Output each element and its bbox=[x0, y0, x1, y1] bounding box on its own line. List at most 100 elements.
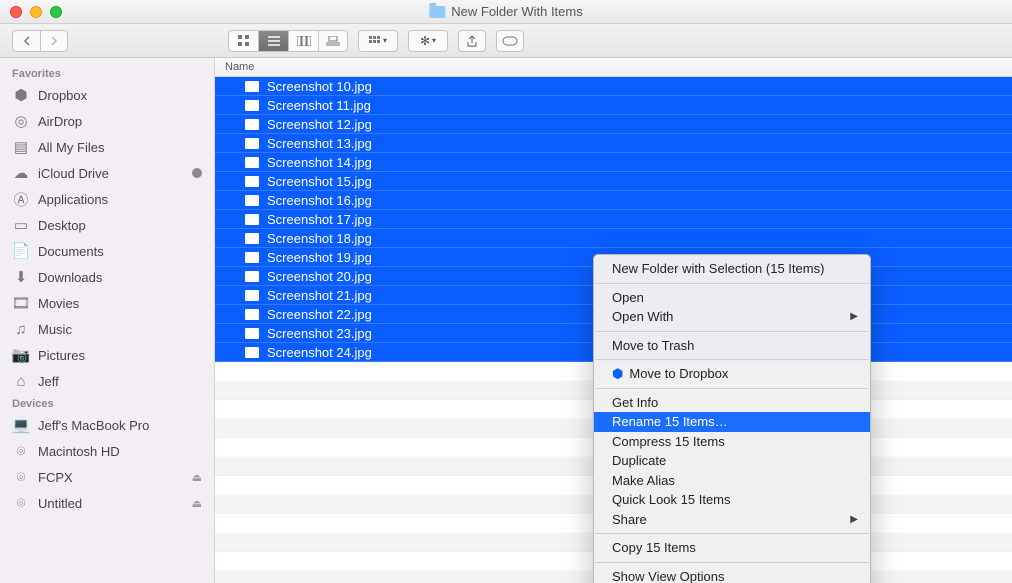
file-row[interactable]: Screenshot 12.jpg bbox=[215, 115, 1012, 134]
sidebar-item[interactable]: 📄Documents bbox=[0, 238, 214, 264]
context-menu-separator bbox=[595, 562, 869, 563]
context-menu-item[interactable]: Rename 15 Items… bbox=[594, 412, 870, 432]
context-menu-item-label: Copy 15 Items bbox=[612, 540, 696, 555]
back-button[interactable] bbox=[12, 30, 40, 52]
sidebar-item[interactable]: ⬢Dropbox bbox=[0, 82, 214, 108]
context-menu-item[interactable]: Quick Look 15 Items bbox=[594, 490, 870, 510]
sidebar-item[interactable]: ◎AirDrop bbox=[0, 108, 214, 134]
share-icon bbox=[467, 35, 477, 47]
sidebar-item[interactable]: ⌾FCPX⏏ bbox=[0, 464, 214, 490]
file-name: Screenshot 14.jpg bbox=[267, 155, 372, 170]
context-menu-separator bbox=[595, 388, 869, 389]
file-row[interactable]: Screenshot 10.jpg bbox=[215, 77, 1012, 96]
share-button[interactable] bbox=[458, 30, 486, 52]
context-menu-item[interactable]: Duplicate bbox=[594, 451, 870, 471]
sidebar-item-label: Applications bbox=[38, 192, 202, 207]
image-file-icon bbox=[245, 252, 259, 263]
titlebar: New Folder With Items bbox=[0, 0, 1012, 24]
file-row[interactable]: Screenshot 13.jpg bbox=[215, 134, 1012, 153]
forward-button[interactable] bbox=[40, 30, 68, 52]
sidebar-item[interactable]: ♫Music bbox=[0, 316, 214, 342]
sidebar-section-header: Favorites bbox=[0, 64, 214, 82]
context-menu-item-label: Compress 15 Items bbox=[612, 434, 725, 449]
sidebar-item[interactable]: ▤All My Files bbox=[0, 134, 214, 160]
sync-indicator-icon bbox=[192, 168, 202, 178]
eject-icon[interactable]: ⏏ bbox=[192, 497, 202, 510]
submenu-arrow-icon: ▶ bbox=[850, 514, 858, 525]
file-name: Screenshot 13.jpg bbox=[267, 136, 372, 151]
sidebar-item[interactable]: 💻Jeff's MacBook Pro bbox=[0, 412, 214, 438]
context-menu-item[interactable]: Copy 15 Items bbox=[594, 538, 870, 558]
context-menu-item[interactable]: Get Info bbox=[594, 393, 870, 413]
context-menu-item[interactable]: Open bbox=[594, 288, 870, 308]
file-name: Screenshot 23.jpg bbox=[267, 326, 372, 341]
hdd-icon: ⌾ bbox=[12, 494, 30, 512]
coverflow-view-button[interactable] bbox=[318, 30, 348, 52]
content-area: Favorites⬢Dropbox◎AirDrop▤All My Files☁i… bbox=[0, 58, 1012, 583]
sidebar-item-label: Movies bbox=[38, 296, 202, 311]
context-menu-item[interactable]: Move to Trash bbox=[594, 336, 870, 356]
arrange-button[interactable]: ▾ bbox=[358, 30, 398, 52]
file-row[interactable]: Screenshot 16.jpg bbox=[215, 191, 1012, 210]
context-menu-item[interactable]: Share▶ bbox=[594, 510, 870, 530]
context-menu-item[interactable]: ⬢Move to Dropbox bbox=[594, 364, 870, 384]
context-menu-item[interactable]: Open With▶ bbox=[594, 307, 870, 327]
image-file-icon bbox=[245, 233, 259, 244]
sidebar-item[interactable]: ☁iCloud Drive bbox=[0, 160, 214, 186]
file-name: Screenshot 18.jpg bbox=[267, 231, 372, 246]
context-menu-item-label: Move to Trash bbox=[612, 338, 694, 353]
context-menu-item-label: Show View Options bbox=[612, 569, 725, 583]
sidebar-item[interactable]: ⌾Macintosh HD bbox=[0, 438, 214, 464]
sidebar-item[interactable]: 📷 Pictures bbox=[0, 342, 214, 368]
tags-button[interactable] bbox=[496, 30, 524, 52]
image-file-icon bbox=[245, 81, 259, 92]
context-menu-item[interactable]: Make Alias bbox=[594, 471, 870, 491]
sidebar-item[interactable]: ⌾Untitled⏏ bbox=[0, 490, 214, 516]
file-row[interactable]: Screenshot 15.jpg bbox=[215, 172, 1012, 191]
sidebar-item-label: AirDrop bbox=[38, 114, 202, 129]
sidebar-item-label: Jeff bbox=[38, 374, 202, 389]
sidebar-item-label: FCPX bbox=[38, 470, 184, 485]
context-menu-separator bbox=[595, 359, 869, 360]
minimize-window-button[interactable] bbox=[30, 6, 42, 18]
file-row[interactable]: Screenshot 14.jpg bbox=[215, 153, 1012, 172]
file-row[interactable]: Screenshot 11.jpg bbox=[215, 96, 1012, 115]
finder-window: New Folder With Items bbox=[0, 0, 1012, 583]
context-menu-item[interactable]: Compress 15 Items bbox=[594, 432, 870, 452]
context-menu-item[interactable]: New Folder with Selection (15 Items) bbox=[594, 259, 870, 279]
desktop-icon: ▭ bbox=[12, 216, 30, 234]
sidebar-item[interactable]: 🎞Movies bbox=[0, 290, 214, 316]
zoom-window-button[interactable] bbox=[50, 6, 62, 18]
context-menu-item-label: Open With bbox=[612, 309, 673, 324]
close-window-button[interactable] bbox=[10, 6, 22, 18]
column-view-button[interactable] bbox=[288, 30, 318, 52]
sidebar-item[interactable]: ⌂ Jeff bbox=[0, 368, 214, 394]
icon-view-button[interactable] bbox=[228, 30, 258, 52]
context-menu-item[interactable]: Show View Options bbox=[594, 567, 870, 583]
sidebar-item-label: Downloads bbox=[38, 270, 202, 285]
context-menu-item-label: Quick Look 15 Items bbox=[612, 492, 731, 507]
sidebar-item-label: Desktop bbox=[38, 218, 202, 233]
action-button[interactable]: ✻▾ bbox=[408, 30, 448, 52]
sidebar-item-label: All My Files bbox=[38, 140, 202, 155]
sidebar-item[interactable]: ⒶApplications bbox=[0, 186, 214, 212]
file-row[interactable]: Screenshot 18.jpg bbox=[215, 229, 1012, 248]
context-menu-item-label: Get Info bbox=[612, 395, 658, 410]
image-file-icon bbox=[245, 195, 259, 206]
file-name: Screenshot 11.jpg bbox=[267, 98, 371, 113]
context-menu-item-label: Make Alias bbox=[612, 473, 675, 488]
eject-icon[interactable]: ⏏ bbox=[192, 471, 202, 484]
context-menu-item-label: Duplicate bbox=[612, 453, 666, 468]
context-menu-item-label: Rename 15 Items… bbox=[612, 414, 728, 429]
sidebar-item-label: Macintosh HD bbox=[38, 444, 202, 459]
documents-icon: 📄 bbox=[12, 242, 30, 260]
pictures-icon: 📷 bbox=[12, 346, 30, 364]
sidebar-item[interactable]: ▭ Desktop bbox=[0, 212, 214, 238]
home-icon: ⌂ bbox=[12, 372, 30, 390]
file-name: Screenshot 20.jpg bbox=[267, 269, 372, 284]
column-header[interactable]: Name bbox=[215, 58, 1012, 77]
file-row[interactable]: Screenshot 17.jpg bbox=[215, 210, 1012, 229]
sidebar-item[interactable]: ⬇Downloads bbox=[0, 264, 214, 290]
sidebar-item-label: Pictures bbox=[38, 348, 202, 363]
list-view-button[interactable] bbox=[258, 30, 288, 52]
